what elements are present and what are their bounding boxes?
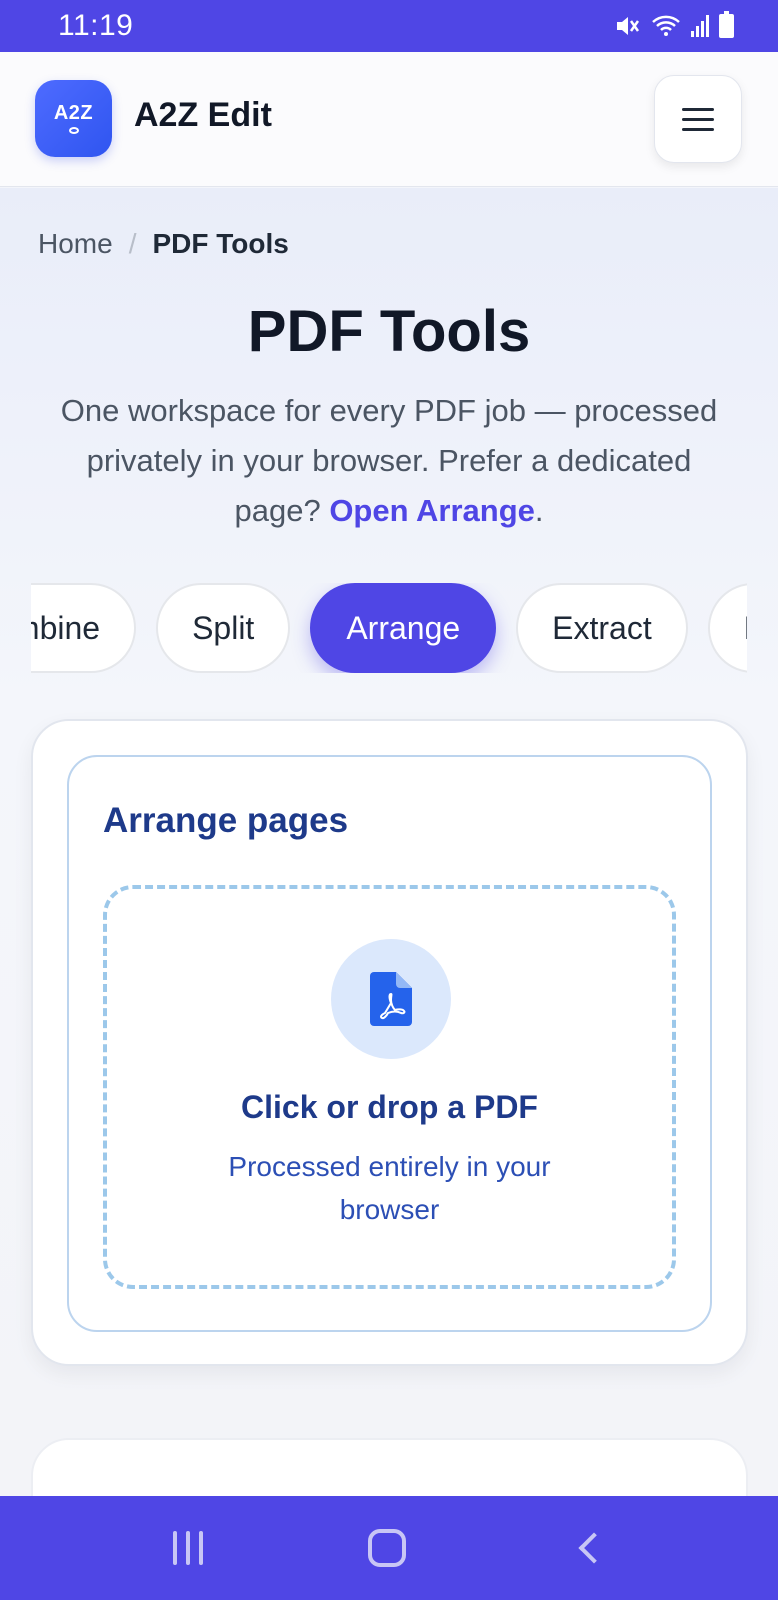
arrange-panel: Arrange pages Click or drop a PDF Proces… (67, 755, 712, 1332)
hamburger-line (682, 117, 714, 121)
app-logo[interactable]: A2Z (35, 80, 112, 157)
menu-button[interactable] (654, 75, 742, 163)
hamburger-line (682, 127, 714, 131)
status-time: 11:19 (58, 9, 134, 42)
status-icons (615, 11, 734, 38)
next-card (31, 1438, 748, 1496)
app-title[interactable]: A2Z Edit (134, 96, 272, 135)
logo-text: A2Z (53, 102, 94, 124)
arrange-pages-title: Arrange pages (103, 801, 349, 840)
breadcrumb-current: PDF Tools (152, 228, 289, 259)
pdf-file-icon (370, 972, 412, 1026)
system-nav-bar (0, 1496, 778, 1600)
battery-icon (719, 11, 734, 38)
recent-apps-icon[interactable] (172, 1531, 203, 1565)
breadcrumb-separator: / (128, 228, 137, 259)
status-bar: 11:19 (0, 0, 778, 52)
wifi-icon (652, 15, 680, 36)
tab-rotate[interactable]: Rotate (707, 583, 747, 673)
dropzone-title: Click or drop a PDF (241, 1089, 538, 1125)
tab-combine[interactable]: Combine (31, 583, 137, 673)
dropzone-subtitle: Processed entirely in your browser (228, 1151, 551, 1225)
page-title: PDF Tools (247, 299, 531, 364)
breadcrumb: Home / PDF Tools (38, 228, 289, 260)
tab-extract[interactable]: Extract (516, 583, 688, 673)
hamburger-icon (682, 107, 714, 111)
tab-arrange[interactable]: Arrange (310, 583, 497, 673)
back-icon[interactable] (578, 1532, 610, 1564)
arrange-card: Arrange pages Click or drop a PDF Proces… (31, 719, 748, 1366)
pdf-icon-badge (331, 939, 451, 1059)
logo-mark-icon (68, 127, 79, 134)
open-arrange-link[interactable]: Open Arrange (329, 493, 535, 528)
pdf-dropzone[interactable]: Click or drop a PDF Processed entirely i… (103, 885, 676, 1289)
tool-tabs[interactable]: Combine Split Arrange Extract Rotate (31, 583, 747, 673)
signal-icon (691, 15, 709, 37)
home-icon[interactable] (367, 1529, 406, 1567)
main-content: Home / PDF Tools PDF Tools One workspace… (0, 188, 778, 1496)
breadcrumb-home[interactable]: Home (38, 228, 113, 260)
description-suffix: . (534, 493, 544, 528)
app-header: A2Z A2Z Edit (0, 52, 778, 187)
tool-tabs-track: Combine Split Arrange Extract Rotate (31, 583, 747, 673)
page-description: One workspace for every PDF job — proces… (44, 386, 734, 536)
mute-icon (617, 17, 640, 35)
tab-split[interactable]: Split (156, 583, 291, 673)
